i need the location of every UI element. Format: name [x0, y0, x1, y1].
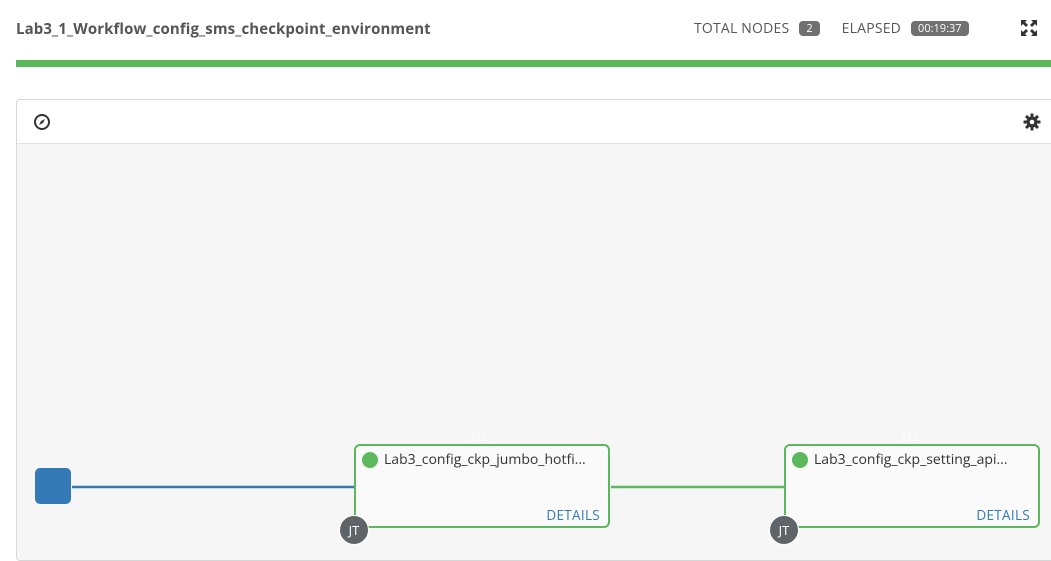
edge-label-all: ALL	[901, 430, 920, 445]
node-details-link[interactable]: DETAILS	[976, 506, 1030, 524]
node-name: Lab3_config_ckp_jumbo_hotfi...	[384, 450, 586, 469]
elapsed-badge: 00:19:37	[911, 21, 969, 36]
workflow-header: Lab3_1_Workflow_config_sms_checkpoint_en…	[16, 0, 1051, 58]
workflow-progress-bar	[16, 60, 1051, 67]
expand-icon[interactable]	[1019, 18, 1039, 38]
elapsed-label: ELAPSED	[841, 19, 902, 38]
node-status-success-icon	[792, 452, 808, 468]
node-status-success-icon	[362, 452, 378, 468]
edge-label-all: ALL	[470, 430, 489, 445]
total-nodes-badge: 2	[799, 21, 820, 36]
workflow-title: Lab3_1_Workflow_config_sms_checkpoint_en…	[16, 19, 431, 39]
workflow-graph-panel: ALL Lab3_config_ckp_jumbo_hotfi... DETAI…	[16, 99, 1051, 561]
node-details-link[interactable]: DETAILS	[546, 506, 600, 524]
workflow-node-jumbo-hotfix[interactable]: Lab3_config_ckp_jumbo_hotfi... DETAILS	[354, 444, 610, 528]
workflow-start-node[interactable]	[35, 468, 71, 504]
workflow-stats: TOTAL NODES 2 ELAPSED 00:19:37	[694, 19, 969, 38]
total-nodes-label: TOTAL NODES	[694, 19, 790, 38]
node-name: Lab3_config_ckp_setting_api...	[814, 450, 1008, 469]
workflow-node-setting-api[interactable]: Lab3_config_ckp_setting_api... DETAILS	[784, 444, 1040, 528]
job-template-badge: JT	[339, 515, 369, 545]
job-template-badge: JT	[769, 515, 799, 545]
